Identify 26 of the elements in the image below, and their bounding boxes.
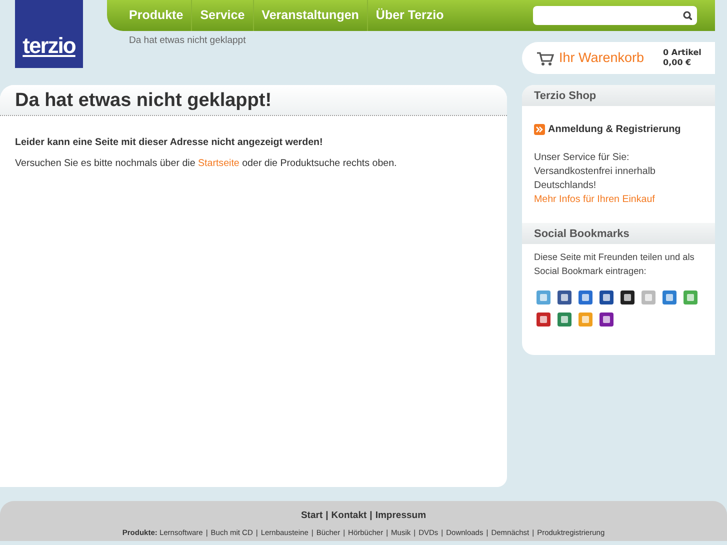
bookmark-icon[interactable] — [620, 290, 635, 306]
cart-count: 0 Artikel — [663, 48, 702, 58]
cart-total: 0,00 € — [663, 58, 692, 68]
bookmark-icon[interactable] — [557, 290, 572, 306]
footer-link[interactable]: Start — [300, 510, 323, 521]
breadcrumb-text: Da hat etwas nicht geklappt — [129, 34, 246, 48]
section-heading: Terzio Shop — [522, 85, 715, 106]
service-text: Unser Service für Sie: Versandkostenfrei innerhalb Deutschlands! — [534, 151, 656, 194]
login-label: Anmeldung & Registrierung — [548, 123, 681, 138]
separator: | — [370, 510, 372, 521]
error-message: Leider kann eine Seite mit dieser Adresse nicht angezeigt werden! — [15, 136, 324, 150]
page-title: Da hat etwas nicht geklappt! — [0, 85, 507, 116]
separator: | — [326, 510, 328, 521]
bookmark-icon[interactable] — [599, 312, 614, 328]
search-icon[interactable] — [683, 11, 692, 20]
hint-text: Versuchen Sie es bitte nochmals über die Startseite oder die Produktsuche rechts oben. — [15, 157, 398, 172]
bookmark-icon[interactable] — [599, 290, 614, 306]
cart-icon[interactable] — [536, 50, 554, 66]
double-chevron-icon — [534, 124, 545, 136]
social-text: Diese Seite mit Freunden teilen und als Social Bookmark eintragen: — [534, 251, 696, 278]
footer-link[interactable]: Impressum — [375, 510, 426, 521]
section-heading: Social Bookmarks — [522, 223, 715, 244]
login-link[interactable]: Anmeldung & Registrierung — [534, 122, 703, 138]
logo[interactable]: terzio — [15, 0, 83, 68]
search-field[interactable] — [533, 6, 697, 25]
footer-link[interactable]: Kontakt — [331, 510, 367, 521]
